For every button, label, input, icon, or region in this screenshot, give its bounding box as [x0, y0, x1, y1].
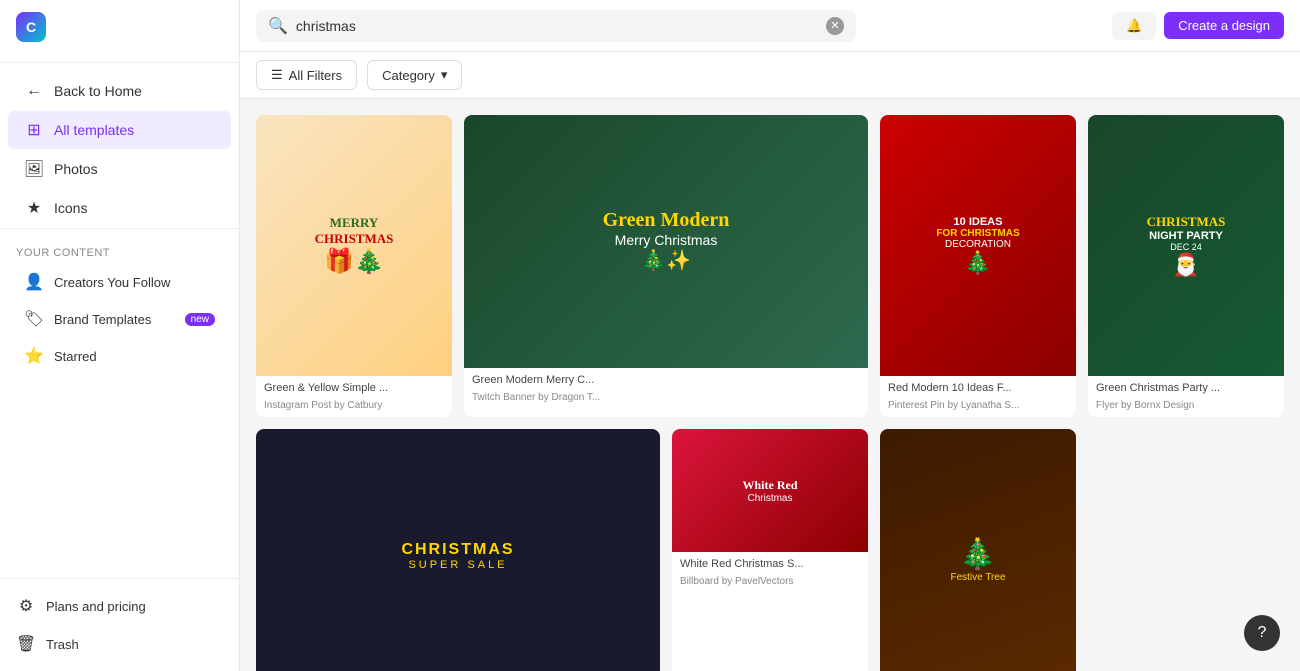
sidebar-item-plans[interactable]: ⚙ Plans and pricing — [0, 587, 239, 625]
sidebar-item-brand[interactable]: 🏷 Brand Templates new — [8, 301, 231, 337]
sidebar-item-templates[interactable]: ⊞ All templates — [8, 111, 231, 149]
plans-label: Plans and pricing — [46, 599, 146, 614]
templates-icon: ⊞ — [24, 120, 44, 140]
sidebar-item-starred[interactable]: ⭐ Starred — [8, 338, 231, 374]
sidebar-bottom: ⚙ Plans and pricing 🗑 Trash — [0, 578, 239, 671]
icons-icon: ★ — [24, 198, 44, 218]
settings-icon: ⚙ — [16, 596, 36, 616]
all-filters-button[interactable]: ☰ All Filters — [256, 60, 357, 90]
topbar: 🔍 ✕ 🔔 Create a design — [240, 0, 1300, 52]
sidebar-item-photos[interactable]: 🖼 Photos — [8, 150, 231, 188]
template-grid: MERRY CHRISTMAS 🎁🎄 Green & Yellow Simple… — [256, 115, 1284, 671]
your-content-header: Your Content — [0, 239, 239, 263]
filter-icon: ☰ — [271, 67, 283, 83]
template-card-4[interactable]: 10 IDEAS FOR CHRISTMAS DECORATION 🎄 Red … — [880, 115, 1076, 417]
template-card-1[interactable]: MERRY CHRISTMAS 🎁🎄 Green & Yellow Simple… — [256, 115, 452, 417]
category-button[interactable]: Category ▾ — [367, 60, 462, 90]
sidebar-top: C — [0, 0, 239, 63]
template-card-6[interactable]: 🎄 Festive Tree Festive Decorated Tree...… — [880, 429, 1076, 671]
card-image-5: CHRISTMAS NIGHT PARTY DEC 24 🎅 — [1088, 115, 1284, 376]
card-label-8: White Red Christmas S... — [672, 552, 868, 576]
sidebar-logo: C — [16, 12, 223, 42]
trash-icon: 🗑 — [16, 634, 36, 654]
filter-bar: ☰ All Filters Category ▾ — [240, 52, 1300, 99]
card-label-1: Green & Yellow Simple ... — [256, 376, 452, 400]
sidebar-item-home[interactable]: ← Back to Home — [8, 72, 231, 110]
sidebar-item-label: Icons — [54, 200, 87, 216]
card-image-3: CHRISTMAS SUPER SALE — [256, 429, 660, 671]
home-icon: ← — [24, 81, 44, 101]
card-sublabel-8: Billboard by PavelVectors — [672, 576, 868, 593]
card-sublabel-5: Flyer by Bornx Design — [1088, 400, 1284, 417]
template-grid-area: MERRY CHRISTMAS 🎁🎄 Green & Yellow Simple… — [240, 99, 1300, 671]
search-box[interactable]: 🔍 ✕ — [256, 10, 856, 42]
brand-badge: new — [185, 313, 215, 326]
template-card-5[interactable]: CHRISTMAS NIGHT PARTY DEC 24 🎅 Green Chr… — [1088, 115, 1284, 417]
card-sublabel-1: Instagram Post by Catbury — [256, 400, 452, 417]
sidebar-nav: ← Back to Home ⊞ All templates 🖼 Photos … — [0, 63, 239, 578]
topbar-actions: 🔔 Create a design — [1112, 12, 1284, 40]
help-button[interactable]: ? — [1244, 615, 1280, 651]
sidebar-item-icons[interactable]: ★ Icons — [8, 189, 231, 227]
sidebar-item-trash[interactable]: 🗑 Trash — [0, 625, 239, 663]
category-label: Category — [382, 68, 435, 83]
photos-icon: 🖼 — [24, 159, 44, 179]
card-label-4: Red Modern 10 Ideas F... — [880, 376, 1076, 400]
main-area: 🔍 ✕ 🔔 Create a design ☰ All Filters Cate… — [240, 0, 1300, 671]
card-sublabel-2: Twitch Banner by Dragon T... — [464, 392, 868, 409]
search-input[interactable] — [296, 18, 818, 34]
bell-icon: 🔔 — [1126, 18, 1142, 33]
bell-button[interactable]: 🔔 — [1112, 12, 1156, 40]
sidebar-item-label: Back to Home — [54, 83, 142, 99]
card-image-6: 🎄 Festive Tree — [880, 429, 1076, 671]
template-card-3[interactable]: CHRISTMAS SUPER SALE Black Gold Festive … — [256, 429, 660, 671]
search-clear-button[interactable]: ✕ — [826, 17, 844, 35]
sidebar-item-label: Photos — [54, 161, 98, 177]
card-image-4: 10 IDEAS FOR CHRISTMAS DECORATION 🎄 — [880, 115, 1076, 376]
template-card-8[interactable]: White Red Christmas White Red Christmas … — [672, 429, 868, 671]
creators-label: Creators You Follow — [54, 275, 170, 290]
sidebar-item-creators[interactable]: 👤 Creators You Follow — [8, 264, 231, 300]
your-content-section: Your Content 👤 Creators You Follow 🏷 Bra… — [0, 228, 239, 381]
card-image-2: Green Modern Merry Christmas 🎄✨ — [464, 115, 868, 368]
create-design-button[interactable]: Create a design — [1164, 12, 1284, 39]
starred-icon: ⭐ — [24, 346, 44, 366]
card-image-1: MERRY CHRISTMAS 🎁🎄 — [256, 115, 452, 376]
brand-label: Brand Templates — [54, 312, 151, 327]
sidebar: C ← Back to Home ⊞ All templates 🖼 Photo… — [0, 0, 240, 671]
search-icon: 🔍 — [268, 16, 288, 36]
card-label-2: Green Modern Merry C... — [464, 368, 868, 392]
sidebar-item-label: All templates — [54, 122, 134, 138]
card-sublabel-4: Pinterest Pin by Lyanatha S... — [880, 400, 1076, 417]
card-label-5: Green Christmas Party ... — [1088, 376, 1284, 400]
card-image-8: White Red Christmas — [672, 429, 868, 552]
brand-icon: 🏷 — [24, 309, 44, 329]
template-card-2[interactable]: Green Modern Merry Christmas 🎄✨ Green Mo… — [464, 115, 868, 417]
all-filters-label: All Filters — [289, 68, 342, 83]
canva-logo-icon: C — [16, 12, 46, 42]
starred-label: Starred — [54, 349, 97, 364]
creators-icon: 👤 — [24, 272, 44, 292]
trash-label: Trash — [46, 637, 79, 652]
chevron-down-icon: ▾ — [441, 67, 448, 83]
